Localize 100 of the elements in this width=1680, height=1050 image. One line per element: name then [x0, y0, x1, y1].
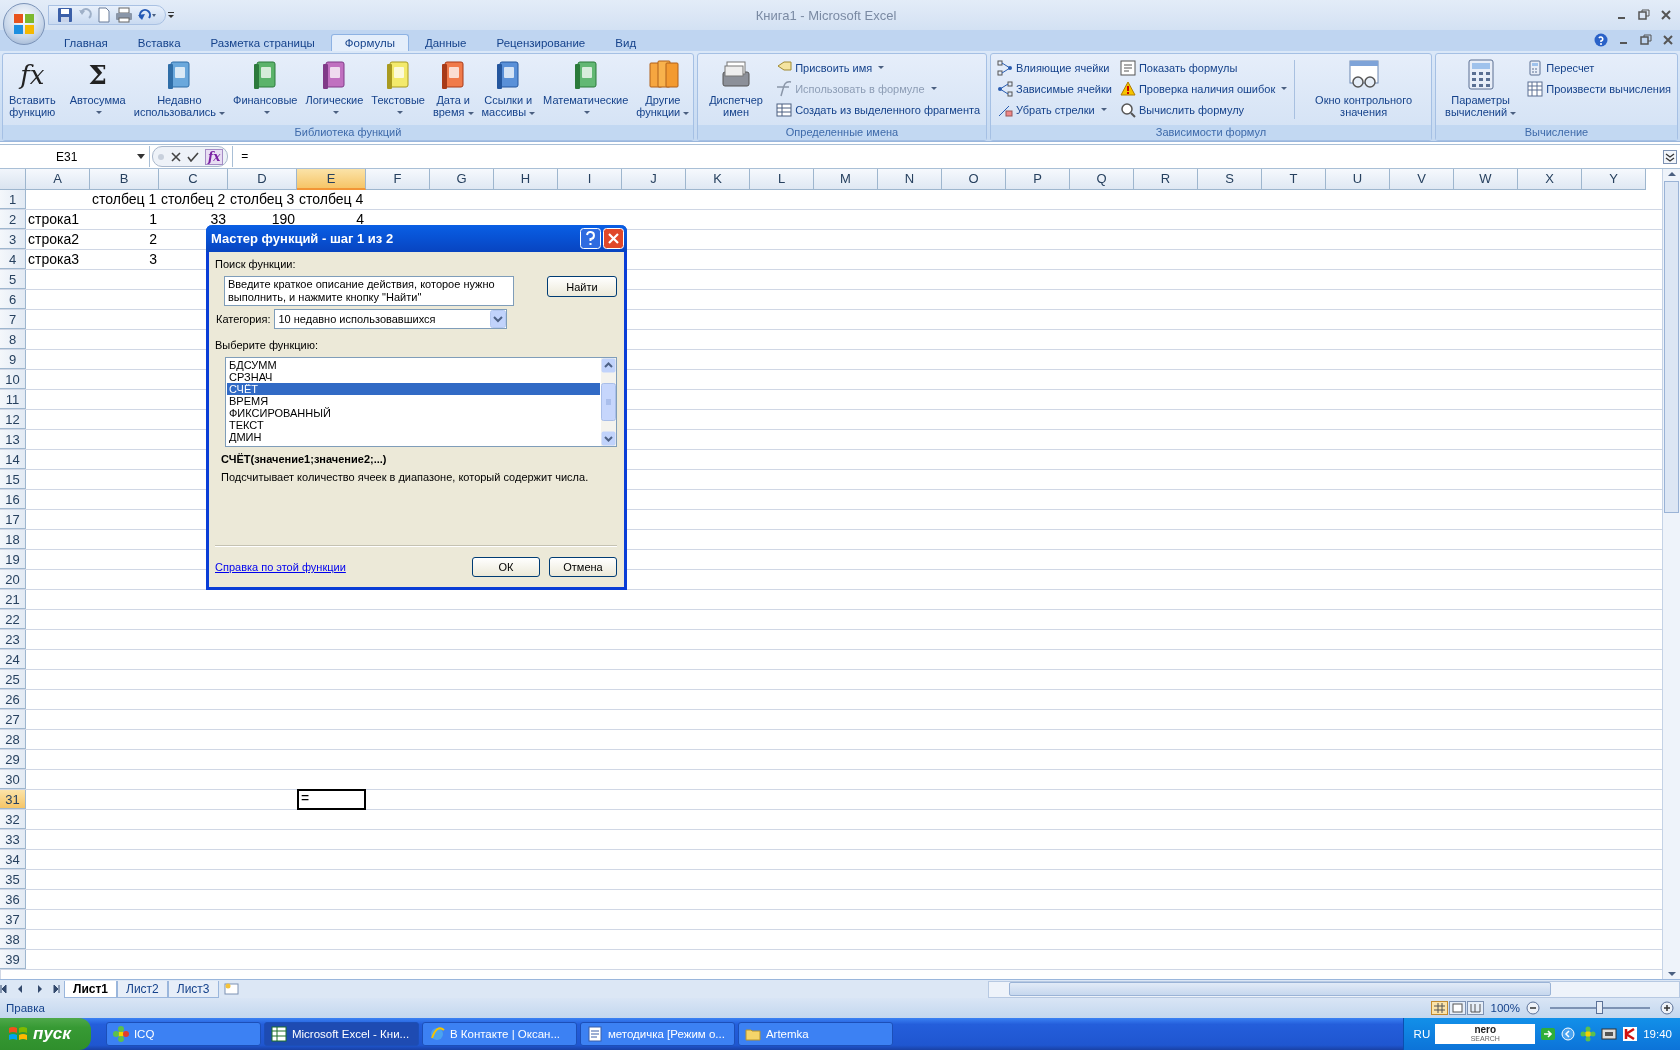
- ribbon-button[interactable]: Другие функции: [632, 56, 694, 125]
- ok-button[interactable]: ОК: [472, 557, 540, 577]
- row-header[interactable]: 26: [0, 690, 26, 709]
- sheet-tab[interactable]: Лист1: [64, 980, 118, 998]
- ribbon-button[interactable]: Проверка наличия ошибок: [1119, 79, 1288, 98]
- ribbon-button[interactable]: Недавно использовались: [129, 56, 230, 125]
- row-header[interactable]: 3: [0, 230, 26, 249]
- column-header[interactable]: A: [26, 169, 90, 190]
- column-header[interactable]: C: [159, 169, 228, 190]
- row-header[interactable]: 38: [0, 930, 26, 949]
- scroll-down-icon[interactable]: [601, 431, 616, 446]
- ribbon-button[interactable]: Математические: [539, 56, 633, 125]
- restore-icon[interactable]: [1640, 34, 1652, 46]
- ribbon-button[interactable]: Диспетчер имен: [700, 56, 773, 125]
- list-item[interactable]: СРЗНАЧ: [227, 371, 600, 383]
- expand-icon[interactable]: [1663, 149, 1677, 164]
- new-document-icon[interactable]: [97, 7, 111, 23]
- row-header[interactable]: 23: [0, 630, 26, 649]
- row-header[interactable]: 34: [0, 850, 26, 869]
- column-header[interactable]: J: [622, 169, 686, 190]
- start-button[interactable]: пуск: [0, 1018, 91, 1050]
- row-header[interactable]: 30: [0, 770, 26, 789]
- vertical-scrollbar[interactable]: [1662, 169, 1680, 979]
- row-header[interactable]: 29: [0, 750, 26, 769]
- table-cell[interactable]: 1: [90, 210, 159, 229]
- row-header[interactable]: 18: [0, 530, 26, 549]
- row-header[interactable]: 4: [0, 250, 26, 269]
- table-cell[interactable]: 33: [159, 210, 228, 229]
- ribbon-button[interactable]: Показать формулы: [1119, 58, 1288, 77]
- ribbon-button[interactable]: Вычислить формулу: [1119, 100, 1288, 119]
- column-header[interactable]: M: [814, 169, 878, 190]
- table-cell[interactable]: =: [297, 789, 366, 810]
- column-header[interactable]: O: [942, 169, 1006, 190]
- sheet-tab[interactable]: Лист2: [117, 980, 168, 998]
- taskbar-button[interactable]: В Контакте | Оксан...: [421, 1022, 577, 1046]
- row-header[interactable]: 1: [0, 190, 26, 209]
- antivirus-icon[interactable]: [1622, 1026, 1639, 1042]
- table-cell[interactable]: 190: [228, 210, 297, 229]
- ribbon-button[interactable]: Окно контрольного значения: [1298, 56, 1429, 125]
- ribbon-button[interactable]: Зависимые ячейки: [997, 79, 1112, 98]
- network-icon[interactable]: [1601, 1026, 1618, 1042]
- column-header[interactable]: W: [1454, 169, 1518, 190]
- column-header[interactable]: X: [1518, 169, 1582, 190]
- ribbon-button[interactable]: Присвоить имя: [776, 58, 980, 77]
- column-header[interactable]: E: [297, 169, 366, 190]
- expand-tray-icon[interactable]: [1561, 1027, 1576, 1041]
- find-button[interactable]: Найти: [547, 276, 617, 297]
- table-cell[interactable]: столбец 4: [297, 190, 366, 209]
- row-header[interactable]: 27: [0, 710, 26, 729]
- category-dropdown[interactable]: 10 недавно использовавшихся: [274, 309, 508, 329]
- vertical-scrollbar[interactable]: [601, 358, 616, 446]
- column-header[interactable]: Q: [1070, 169, 1134, 190]
- row-header[interactable]: 11: [0, 390, 26, 409]
- row-header[interactable]: 12: [0, 410, 26, 429]
- column-header[interactable]: N: [878, 169, 942, 190]
- table-cell[interactable]: строка3: [26, 250, 90, 269]
- column-header[interactable]: V: [1390, 169, 1454, 190]
- table-cell[interactable]: столбец 2: [159, 190, 228, 209]
- flower-icon[interactable]: [1580, 1026, 1597, 1042]
- row-header[interactable]: 35: [0, 870, 26, 889]
- row-header[interactable]: 2: [0, 210, 26, 229]
- row-header[interactable]: 39: [0, 950, 26, 969]
- ribbon-button[interactable]: Дата и время: [428, 56, 478, 125]
- row-header[interactable]: 28: [0, 730, 26, 749]
- taskbar-button[interactable]: Microsoft Excel - Кни...: [263, 1022, 419, 1046]
- list-item[interactable]: БДСУММ: [227, 359, 600, 371]
- insert-function-button[interactable]: fx: [205, 148, 224, 165]
- formula-field[interactable]: =: [232, 146, 1660, 167]
- list-item[interactable]: ВРЕМЯ: [227, 395, 600, 407]
- taskbar-button[interactable]: методичка [Режим о...: [579, 1022, 735, 1046]
- row-header[interactable]: 19: [0, 550, 26, 569]
- column-header[interactable]: K: [686, 169, 750, 190]
- row-header[interactable]: 15: [0, 470, 26, 489]
- ribbon-button[interactable]: Влияющие ячейки: [997, 58, 1112, 77]
- zoom-slider[interactable]: [1596, 1001, 1603, 1014]
- row-header[interactable]: 21: [0, 590, 26, 609]
- table-cell[interactable]: строка2: [26, 230, 90, 249]
- restore-icon[interactable]: [1638, 9, 1650, 21]
- row-header[interactable]: 37: [0, 910, 26, 929]
- go-icon[interactable]: [1540, 1026, 1557, 1042]
- dropdown-icon[interactable]: [137, 153, 145, 160]
- column-header[interactable]: H: [494, 169, 558, 190]
- row-header[interactable]: 33: [0, 830, 26, 849]
- list-item[interactable]: СЧЁТ: [227, 383, 600, 395]
- column-header[interactable]: G: [430, 169, 494, 190]
- ribbon-tab[interactable]: Рецензирование: [482, 34, 600, 51]
- column-header[interactable]: F: [366, 169, 430, 190]
- ribbon-button[interactable]: Ссылки и массивы: [477, 56, 540, 125]
- row-header[interactable]: 6: [0, 290, 26, 309]
- row-header[interactable]: 36: [0, 890, 26, 909]
- row-header[interactable]: 17: [0, 510, 26, 529]
- row-header[interactable]: 13: [0, 430, 26, 449]
- close-icon[interactable]: [1660, 9, 1672, 21]
- ribbon-button[interactable]: Финансовые: [229, 56, 302, 125]
- view-buttons-icon[interactable]: [1430, 1001, 1485, 1015]
- row-header[interactable]: 5: [0, 270, 26, 289]
- cancel-button[interactable]: Отмена: [549, 557, 617, 577]
- sheet-tab[interactable]: Лист3: [167, 980, 219, 998]
- ribbon-tab[interactable]: Вид: [601, 34, 651, 51]
- close-icon[interactable]: [1662, 34, 1674, 46]
